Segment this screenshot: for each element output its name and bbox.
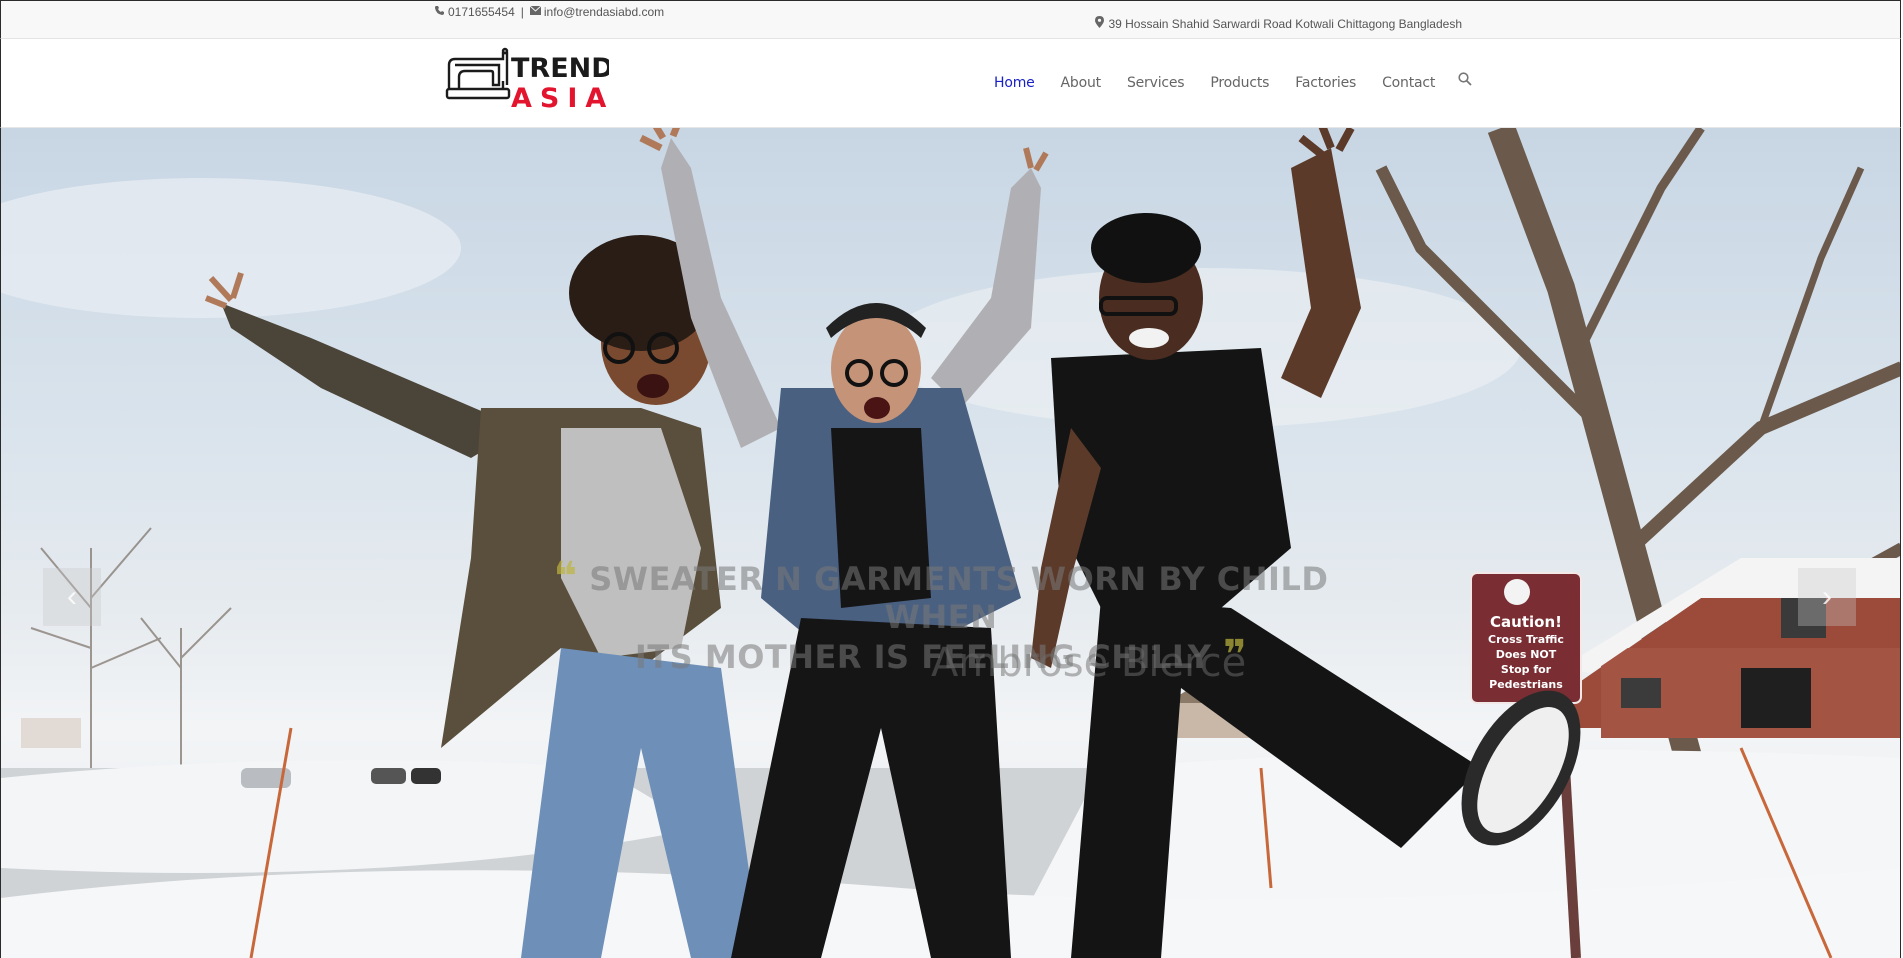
site-header: TREND ASIA Home About Services Products … <box>0 39 1901 128</box>
chevron-left-icon: ‹ <box>67 580 77 613</box>
address-info: 39 Hossain Shahid Sarwardi Road Kotwali … <box>1095 16 1462 31</box>
logo-line2: ASIA <box>511 83 609 114</box>
quote-author: Ambrose Bierce <box>931 640 1247 686</box>
slider-next-button[interactable]: › <box>1798 568 1856 626</box>
email-link[interactable]: info@trendasiabd.com <box>544 5 664 19</box>
map-marker-icon <box>1095 16 1105 31</box>
slider-prev-button[interactable]: ‹ <box>43 568 101 626</box>
nav-factories[interactable]: Factories <box>1295 75 1356 91</box>
main-nav: Home About Services Products Factories C… <box>981 72 1476 92</box>
logo-line1: TREND <box>511 53 609 84</box>
nav-home[interactable]: Home <box>994 75 1035 91</box>
phone-link[interactable]: 0171655454 <box>448 5 515 19</box>
sign-line-1: Caution! <box>1490 613 1562 631</box>
sign-line-5: Pedestrians <box>1489 678 1563 691</box>
sign-line-2: Cross Traffic <box>1488 633 1564 646</box>
top-bar: 0171655454 | info@trendasiabd.com 39 Hos… <box>0 0 1901 39</box>
quote-open-icon: ❝ <box>553 554 578 600</box>
nav-products[interactable]: Products <box>1210 75 1269 91</box>
hero-image: Caution! Cross Traffic Does NOT Stop for… <box>1 128 1900 958</box>
nav-contact[interactable]: Contact <box>1382 75 1435 91</box>
chevron-right-icon: › <box>1822 580 1832 613</box>
sign-line-4: Stop for <box>1501 663 1552 676</box>
hero-slider: Caution! Cross Traffic Does NOT Stop for… <box>0 128 1901 958</box>
quote-line-1: SWEATER N GARMENTS WORN BY CHILD WHEN <box>589 560 1329 636</box>
address-text: 39 Hossain Shahid Sarwardi Road Kotwali … <box>1108 16 1462 31</box>
nav-about[interactable]: About <box>1061 75 1102 91</box>
contact-info: 0171655454 | info@trendasiabd.com <box>434 5 664 19</box>
search-icon[interactable] <box>1458 72 1476 90</box>
site-logo[interactable]: TREND ASIA <box>445 45 614 115</box>
phone-icon <box>434 5 445 19</box>
contact-separator: | <box>520 5 524 19</box>
nav-services[interactable]: Services <box>1127 75 1185 91</box>
sewing-machine-icon <box>445 47 511 100</box>
sign-line-3: Does NOT <box>1496 648 1557 661</box>
envelope-icon <box>529 5 542 18</box>
